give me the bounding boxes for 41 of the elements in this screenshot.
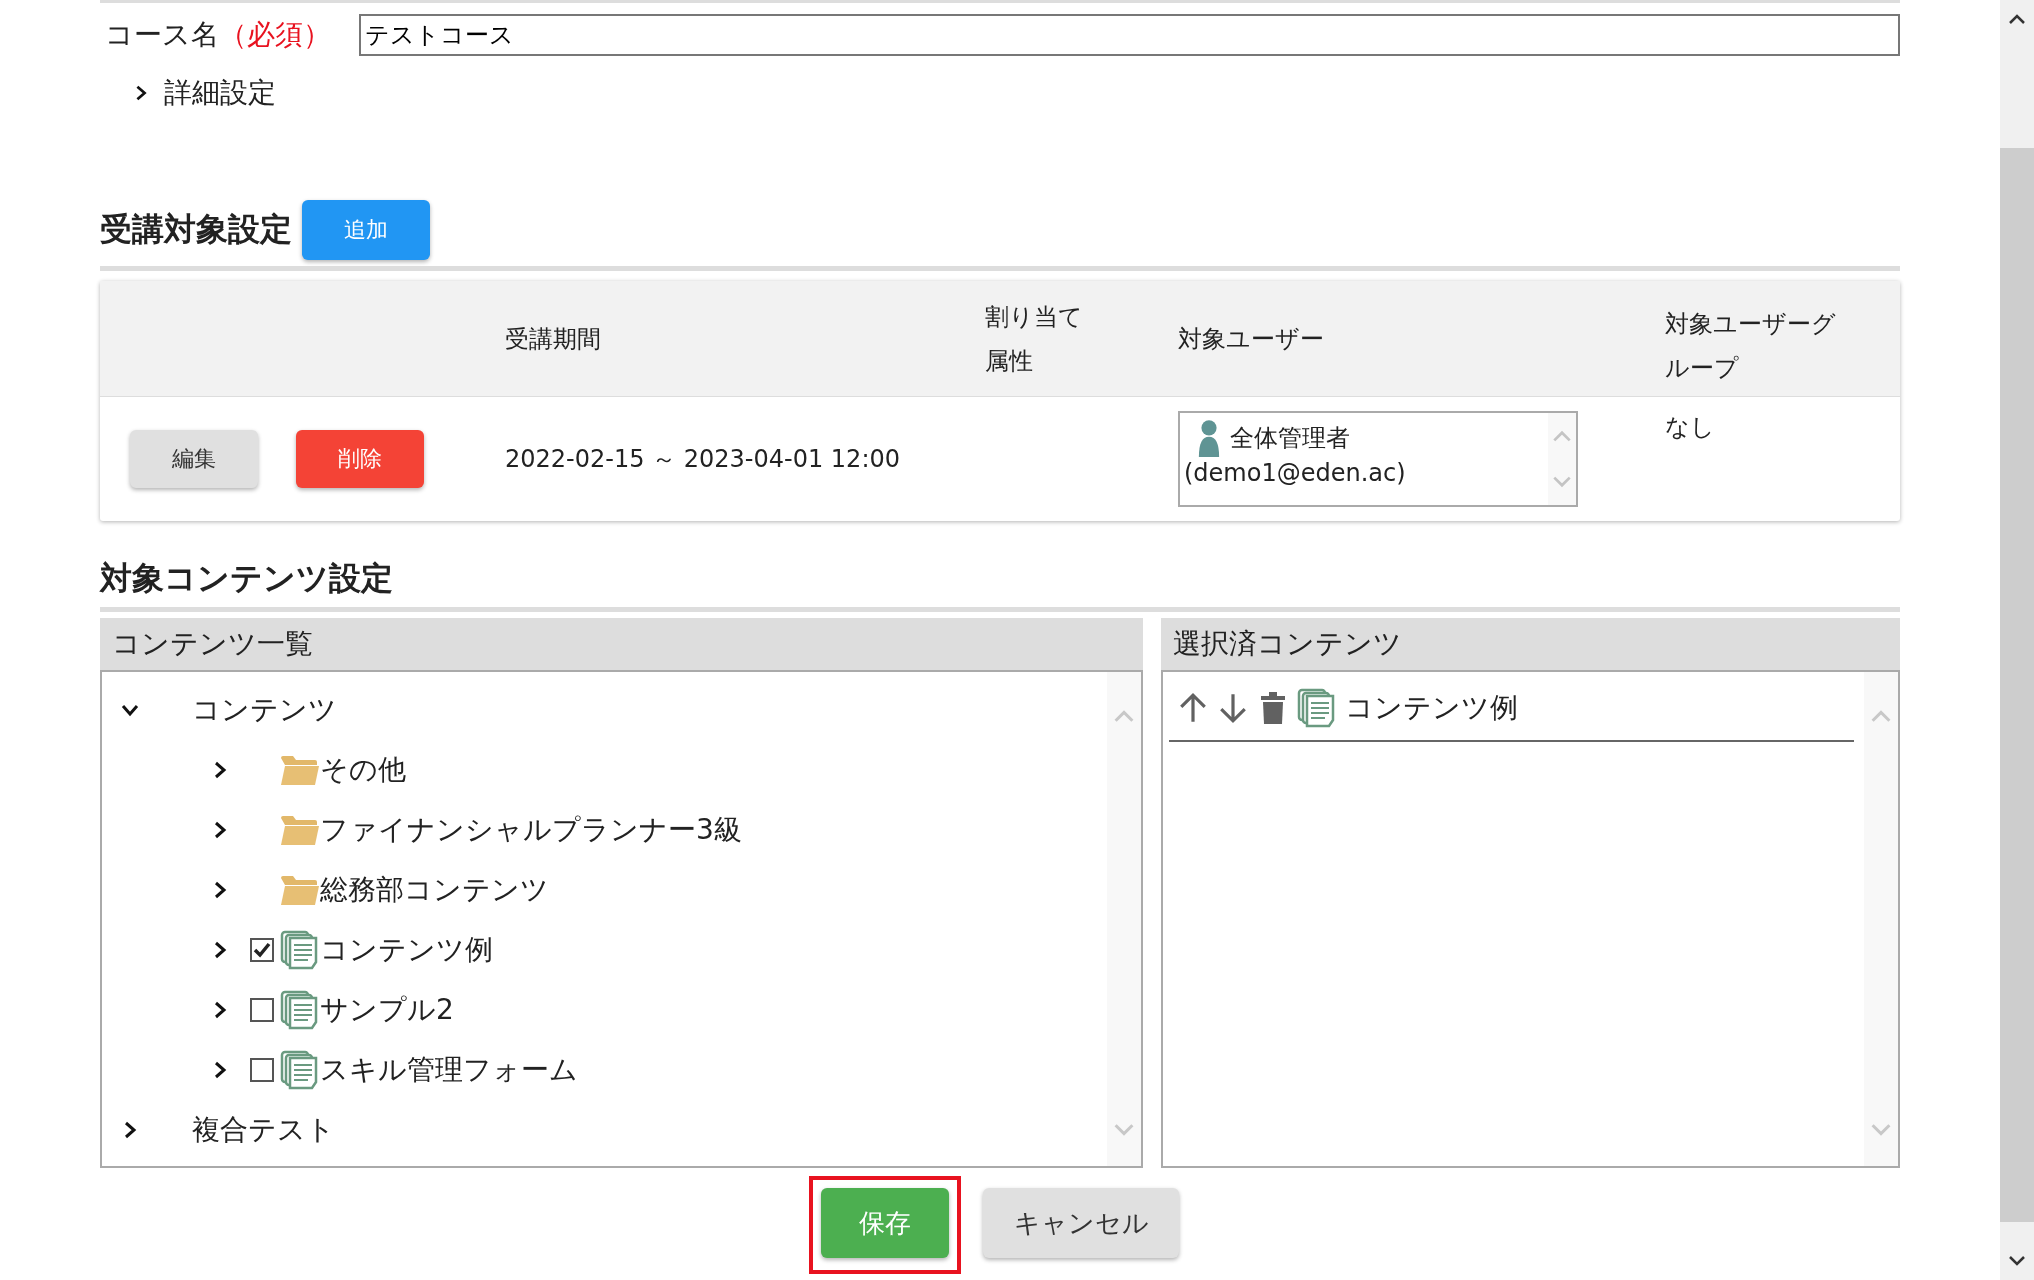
section-title: 受講対象設定 (100, 209, 292, 250)
edit-button[interactable]: 編集 (130, 430, 258, 488)
checkbox[interactable] (250, 1058, 274, 1082)
user-email: (demo1@eden.ac) (1184, 459, 1407, 487)
arrow-down-icon[interactable] (1217, 691, 1249, 725)
documents-icon (280, 930, 320, 970)
column-header: 割り当て属性 (985, 301, 1084, 377)
tree-item[interactable]: スキル管理フォーム (320, 1051, 578, 1089)
column-header: 受講期間 (505, 324, 601, 353)
documents-icon (280, 990, 320, 1030)
advanced-settings-toggle[interactable]: 詳細設定 (132, 74, 276, 112)
tree-item[interactable]: その他 (320, 751, 406, 789)
panel-header: コンテンツ一覧 (100, 618, 1143, 672)
delete-button[interactable]: 削除 (296, 430, 424, 488)
selected-item: コンテンツ例 (1345, 690, 1518, 726)
course-name-label: コース名（必須） (104, 17, 332, 53)
documents-icon (1297, 688, 1337, 728)
arrow-up-icon[interactable] (1177, 691, 1209, 725)
tree-item[interactable]: 総務部コンテンツ (320, 871, 549, 909)
tree-item[interactable]: コンテンツ (192, 691, 337, 729)
section-title: 対象コンテンツ設定 (100, 559, 393, 597)
tree-item[interactable]: コンテンツ例 (320, 931, 493, 969)
scroll-up-icon[interactable] (2007, 12, 2027, 26)
documents-icon (280, 1050, 320, 1090)
column-header: 対象ユーザー (1178, 323, 1324, 355)
tree-item[interactable]: 複合テスト (192, 1111, 335, 1149)
checkbox[interactable] (250, 938, 274, 962)
checkbox[interactable] (250, 998, 274, 1022)
column-header: 対象ユーザーグループ (1665, 308, 1837, 384)
user-name: 全体管理者 (1230, 423, 1350, 454)
user-list[interactable]: 全体管理者 (demo1@eden.ac) (1178, 411, 1578, 507)
course-name-field[interactable]: テストコース (359, 14, 1900, 56)
cancel-button[interactable]: キャンセル (983, 1188, 1179, 1258)
person-icon (1196, 419, 1222, 457)
table-cell-text: 2022-02-15 ～ 2023-04-01 12:00 (505, 444, 900, 475)
table-cell: なし (1665, 413, 1715, 441)
scrollbar[interactable] (2000, 0, 2034, 1280)
scroll-down-icon[interactable] (2007, 1254, 2027, 1268)
tree-item[interactable]: サンプル2 (320, 991, 454, 1029)
tree-item[interactable]: ファイナンシャルプランナー3級 (320, 811, 742, 849)
panel-header: 選択済コンテンツ (1161, 618, 1900, 672)
